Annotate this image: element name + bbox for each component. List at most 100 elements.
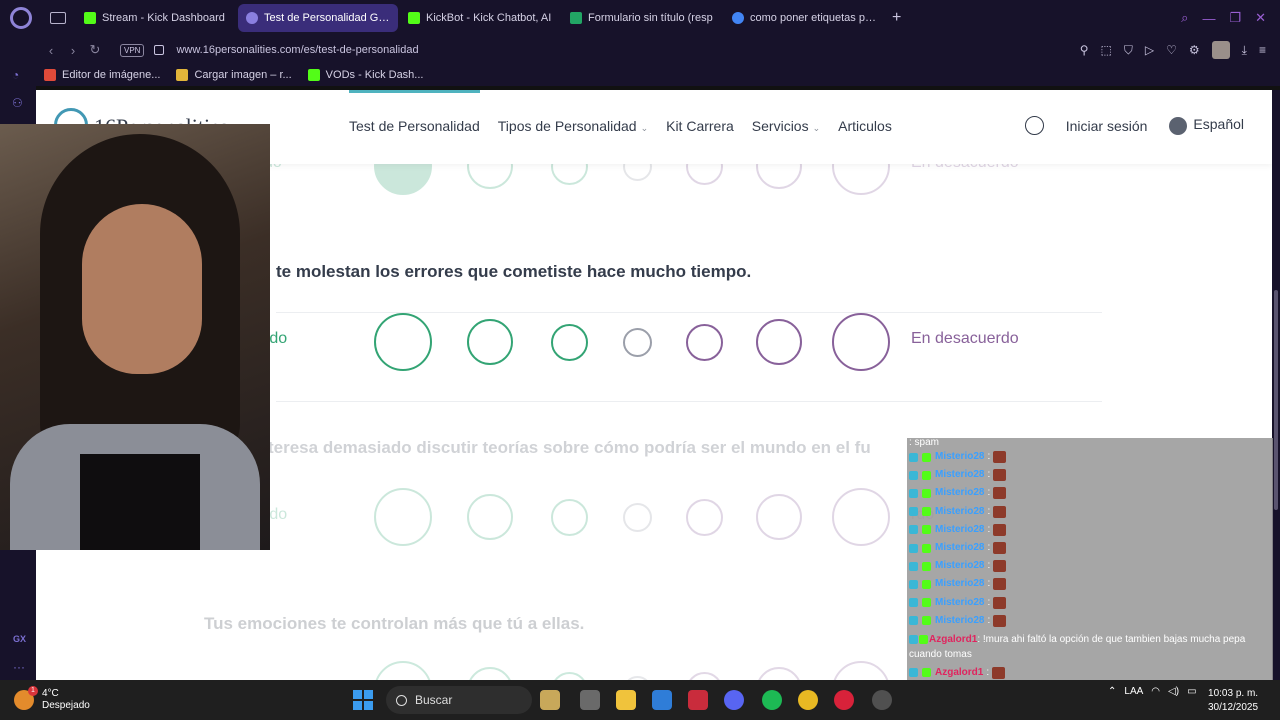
page-scrollbar[interactable] (1272, 90, 1280, 680)
start-button[interactable] (353, 690, 373, 710)
windows-taskbar: 1 4°C Despejado Buscar ⌃ LAA ◠ ◁) ▭ 10:03… (0, 680, 1280, 720)
answer-option-5[interactable] (686, 498, 723, 536)
answer-option-7[interactable] (832, 661, 890, 680)
answer-option-7[interactable] (832, 488, 890, 546)
bookmark-image-editor[interactable]: Editor de imágene... (44, 69, 160, 81)
chrome-app-icon[interactable] (798, 690, 818, 710)
answer-option-3[interactable] (551, 498, 588, 536)
weather-widget[interactable]: 1 4°C Despejado (0, 686, 90, 712)
wifi-icon[interactable]: ◠ (1151, 686, 1160, 697)
chat-username[interactable]: Misterio28 (935, 575, 984, 593)
nav-personality-types[interactable]: Tipos de Personalidad ⌄ (498, 118, 648, 134)
obs-app-icon[interactable] (872, 690, 892, 710)
vivaldi-app-icon[interactable] (688, 690, 708, 710)
extensions-icon[interactable]: ⚙ (1189, 43, 1200, 57)
chat-username[interactable]: Misterio28 (935, 612, 984, 630)
pin-icon[interactable]: ⚲ (1080, 43, 1089, 57)
bookmark-vods[interactable]: VODs - Kick Dash... (307, 69, 423, 81)
vpn-badge[interactable]: VPN (120, 43, 145, 57)
gx-control-icon[interactable]: GX (13, 634, 26, 644)
answer-option-1[interactable] (374, 661, 432, 680)
bookmark-upload-image[interactable]: Cargar imagen – r... (176, 69, 292, 81)
chat-username[interactable]: Misterio28 (935, 503, 984, 521)
nav-articles[interactable]: Articulos (838, 118, 892, 134)
answer-option-4[interactable] (623, 327, 652, 357)
chat-username[interactable]: Misterio28 (935, 521, 984, 539)
battery-icon[interactable]: ▭ (1187, 686, 1196, 697)
answer-option-6[interactable] (756, 494, 802, 540)
tab-google-search[interactable]: como poner etiquetas para (724, 4, 884, 32)
back-icon[interactable]: ‹ (40, 43, 62, 58)
maximize-icon[interactable]: ❐ (1229, 10, 1241, 26)
login-link[interactable]: Iniciar sesión (1066, 118, 1148, 134)
answer-option-3[interactable] (551, 671, 588, 680)
chevron-up-icon[interactable]: ⌃ (1108, 686, 1116, 697)
reload-icon[interactable]: ↻ (84, 42, 106, 58)
aria-icon[interactable]: ◔ (12, 68, 26, 82)
chat-username[interactable]: Misterio28 (935, 594, 984, 612)
nav-career-kit[interactable]: Kit Carrera (666, 118, 734, 134)
scroll-thumb[interactable] (1274, 290, 1278, 510)
answer-option-2[interactable] (467, 494, 513, 540)
answer-option-2[interactable] (467, 319, 513, 365)
opera-menu-icon[interactable] (10, 7, 32, 29)
heart-icon[interactable]: ♡ (1166, 43, 1177, 57)
chat-username[interactable]: Misterio28 (935, 539, 984, 557)
download-icon[interactable]: ⤓ (1242, 43, 1247, 58)
tab-forms[interactable]: Formulario sin título (resp (562, 4, 722, 32)
chat-username[interactable]: Misterio28 (935, 484, 984, 502)
edge-app-icon[interactable] (652, 690, 672, 710)
answer-option-5[interactable] (686, 671, 723, 680)
answer-option-1[interactable] (374, 313, 432, 371)
nav-services[interactable]: Servicios ⌄ (752, 118, 820, 134)
tab-islands-icon[interactable] (50, 12, 66, 24)
chat-username[interactable]: Azgalord1 (929, 634, 977, 645)
minimize-icon[interactable]: — (1202, 11, 1215, 26)
snapshot-icon[interactable]: ⬚ (1101, 43, 1112, 57)
search-tabs-icon[interactable]: ⌕ (1181, 10, 1188, 26)
chat-username[interactable]: Misterio28 (935, 557, 984, 575)
workspace-icon[interactable]: ⚇ (12, 96, 26, 110)
answer-option-6[interactable] (756, 319, 802, 365)
forward-icon[interactable]: › (62, 43, 84, 58)
shield-icon[interactable]: ⛉ (1124, 43, 1133, 58)
chat-text: : (987, 523, 991, 535)
answer-option-6[interactable] (756, 667, 802, 680)
tab-personality-test[interactable]: Test de Personalidad Grat (238, 4, 398, 32)
answer-option-4[interactable] (623, 502, 652, 532)
profile-avatar[interactable] (1211, 41, 1230, 59)
answer-option-1[interactable] (374, 488, 432, 546)
question-text: teresa demasiado discutir teorías sobre … (268, 438, 871, 457)
answer-option-3[interactable] (551, 323, 588, 361)
clock[interactable]: 10:03 p. m. 30/12/2025 (1208, 687, 1258, 715)
opera-app-icon[interactable] (834, 690, 854, 710)
files-app-icon[interactable] (540, 690, 560, 710)
menu-icon[interactable]: ≡ (1259, 43, 1266, 57)
nav-personality-test[interactable]: Test de Personalidad (349, 118, 480, 134)
mod-badge-icon (909, 507, 918, 517)
taskbar-search[interactable]: Buscar (386, 686, 532, 714)
chat-text: : (987, 560, 991, 572)
language-selector[interactable]: Español (1169, 116, 1244, 135)
answer-option-2[interactable] (467, 667, 513, 680)
new-tab-button[interactable]: + (892, 9, 901, 27)
accessibility-icon[interactable] (1024, 116, 1044, 135)
volume-icon[interactable]: ◁) (1168, 686, 1179, 697)
explorer-app-icon[interactable] (616, 690, 636, 710)
spotify-app-icon[interactable] (762, 690, 782, 710)
discord-app-icon[interactable] (724, 690, 744, 710)
taskview-app-icon[interactable] (580, 690, 600, 710)
chat-username[interactable]: Misterio28 (935, 448, 984, 466)
answer-option-5[interactable] (686, 323, 723, 361)
lock-icon[interactable] (154, 45, 165, 55)
chat-username[interactable]: Misterio28 (935, 466, 984, 484)
close-icon[interactable]: ✕ (1255, 10, 1266, 26)
answer-option-7[interactable] (832, 313, 890, 371)
sidebar-more-icon[interactable]: ··· (13, 660, 25, 674)
tab-kickbot[interactable]: KickBot - Kick Chatbot, AI (400, 4, 560, 32)
url-field[interactable]: www.16personalities.com/es/test-de-perso… (176, 44, 418, 56)
tab-kick-dashboard[interactable]: Stream - Kick Dashboard (76, 4, 236, 32)
chevron-down-icon: ⌄ (640, 123, 649, 133)
play-icon[interactable]: ▷ (1145, 43, 1154, 57)
language-indicator[interactable]: LAA (1124, 686, 1143, 697)
